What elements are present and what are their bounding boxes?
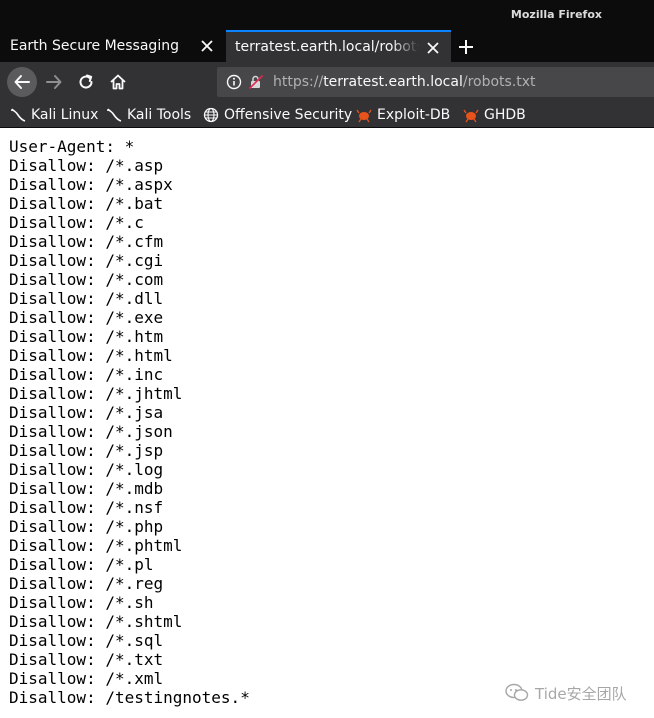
tab-robots-txt[interactable]: terratest.earth.local/robots.txt: [226, 30, 451, 62]
globe-icon: [203, 107, 219, 123]
wechat-icon: [505, 683, 529, 701]
exploit-db-bug-icon: [356, 107, 372, 123]
url-scheme: https://: [273, 74, 324, 90]
bookmark-label: Exploit-DB: [377, 107, 451, 123]
url-path: /robots.txt: [462, 74, 536, 90]
watermark: Tide安全团队: [505, 680, 627, 706]
forward-arrow-icon[interactable]: [40, 68, 68, 96]
close-tab-icon[interactable]: [199, 38, 215, 54]
kali-dragon-icon: [106, 107, 122, 123]
exploit-db-bug-icon: [463, 107, 479, 123]
close-tab-icon[interactable]: [425, 40, 441, 56]
bookmark-ghdb[interactable]: GHDB: [463, 105, 526, 125]
bookmark-label: Offensive Security: [224, 107, 353, 123]
tab-earth-secure-messaging[interactable]: Earth Secure Messaging: [0, 30, 225, 62]
window-title: Mozilla Firefox: [510, 8, 602, 21]
new-tab-plus-icon[interactable]: [455, 36, 477, 58]
watermark-text: Tide安全团队: [535, 684, 627, 703]
robots-txt-text: User-Agent: * Disallow: /*.asp Disallow:…: [9, 137, 250, 707]
bookmark-label: Kali Linux: [31, 107, 99, 123]
tab-label: terratest.earth.local/robots.txt: [235, 39, 419, 55]
bookmarks-toolbar: Kali Linux Kali Tools Offensive Security…: [0, 102, 654, 128]
insecure-lock-icon[interactable]: [247, 73, 265, 91]
bookmark-exploit-db[interactable]: Exploit-DB: [356, 105, 450, 125]
url-text: https://terratest.earth.local/robots.txt: [273, 74, 536, 90]
home-icon[interactable]: [104, 68, 132, 96]
bookmark-label: Kali Tools: [127, 107, 192, 123]
page-content: User-Agent: * Disallow: /*.asp Disallow:…: [0, 128, 654, 718]
navigation-toolbar: https://terratest.earth.local/robots.txt: [0, 62, 654, 102]
url-host: terratest.earth.local: [323, 74, 463, 90]
bookmark-kali-tools[interactable]: Kali Tools: [106, 105, 191, 125]
window-titlebar: Mozilla Firefox: [0, 0, 654, 30]
page-info-icon[interactable]: [225, 73, 243, 91]
reload-icon[interactable]: [72, 68, 100, 96]
kali-dragon-icon: [10, 107, 26, 123]
tab-label: Earth Secure Messaging: [10, 38, 179, 54]
bookmark-kali-linux[interactable]: Kali Linux: [10, 105, 98, 125]
tab-strip: Earth Secure Messaging terratest.earth.l…: [0, 30, 654, 62]
bookmark-offensive-security[interactable]: Offensive Security: [203, 105, 352, 125]
back-arrow-icon[interactable]: [7, 67, 37, 97]
url-bar[interactable]: https://terratest.earth.local/robots.txt: [217, 67, 654, 97]
bookmark-label: GHDB: [484, 107, 526, 123]
